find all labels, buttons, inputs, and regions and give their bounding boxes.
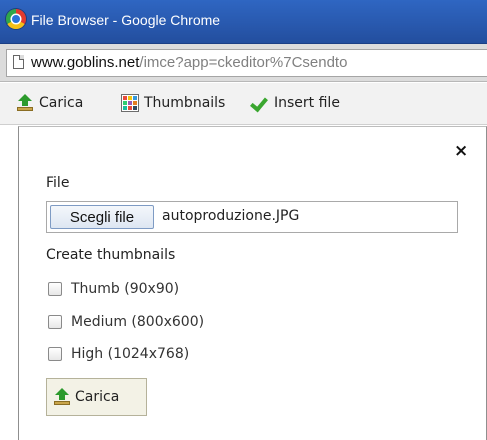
insert-file-button[interactable]: Insert file <box>251 92 340 114</box>
checkmark-icon <box>251 94 269 112</box>
thumbnails-tab[interactable]: Thumbnails <box>121 92 225 114</box>
url-field[interactable]: www.goblins.net/imce?app=ckeditor%7Csend… <box>6 49 487 77</box>
high-option-label: High (1024x768) <box>71 346 190 362</box>
medium-option-label: Medium (800x600) <box>71 314 205 330</box>
upload-icon <box>53 388 71 406</box>
upload-submit-button[interactable]: Carica <box>46 378 147 416</box>
thumbnails-icon <box>121 94 139 112</box>
upload-icon <box>16 94 34 112</box>
page-icon <box>13 55 24 69</box>
title-bar: File Browser - Google Chrome <box>0 0 487 44</box>
thumbnails-tab-label: Thumbnails <box>144 95 226 111</box>
upload-tab-label: Carica <box>39 95 84 111</box>
upload-tab[interactable]: Carica <box>16 92 83 114</box>
url-text[interactable]: www.goblins.net/imce?app=ckeditor%7Csend… <box>31 54 347 71</box>
address-bar: www.goblins.net/imce?app=ckeditor%7Csend… <box>0 44 487 82</box>
file-input[interactable]: Scegli file autoproduzione.JPG <box>46 201 458 233</box>
thumbnails-heading: Create thumbnails <box>46 247 176 263</box>
thumbnail-option-medium[interactable]: Medium (800x600) <box>48 314 204 330</box>
thumb-option-label: Thumb (90x90) <box>71 281 180 297</box>
window-title: File Browser - Google Chrome <box>31 12 221 28</box>
toolbar: Carica Thumbnails Insert file <box>0 83 487 125</box>
upload-submit-label: Carica <box>75 389 120 405</box>
high-checkbox[interactable] <box>48 347 62 361</box>
close-icon[interactable]: × <box>454 143 468 160</box>
selected-file-name: autoproduzione.JPG <box>162 208 300 224</box>
thumb-checkbox[interactable] <box>48 282 62 296</box>
url-path: /imce?app=ckeditor%7Csendto <box>139 54 348 71</box>
chrome-icon[interactable] <box>6 9 26 29</box>
medium-checkbox[interactable] <box>48 315 62 329</box>
file-label: File <box>46 175 70 191</box>
url-host: www.goblins.net <box>31 54 140 71</box>
thumbnail-option-high[interactable]: High (1024x768) <box>48 346 189 362</box>
insert-file-label: Insert file <box>274 95 340 111</box>
choose-file-button[interactable]: Scegli file <box>50 205 154 229</box>
thumbnail-option-thumb[interactable]: Thumb (90x90) <box>48 281 179 297</box>
